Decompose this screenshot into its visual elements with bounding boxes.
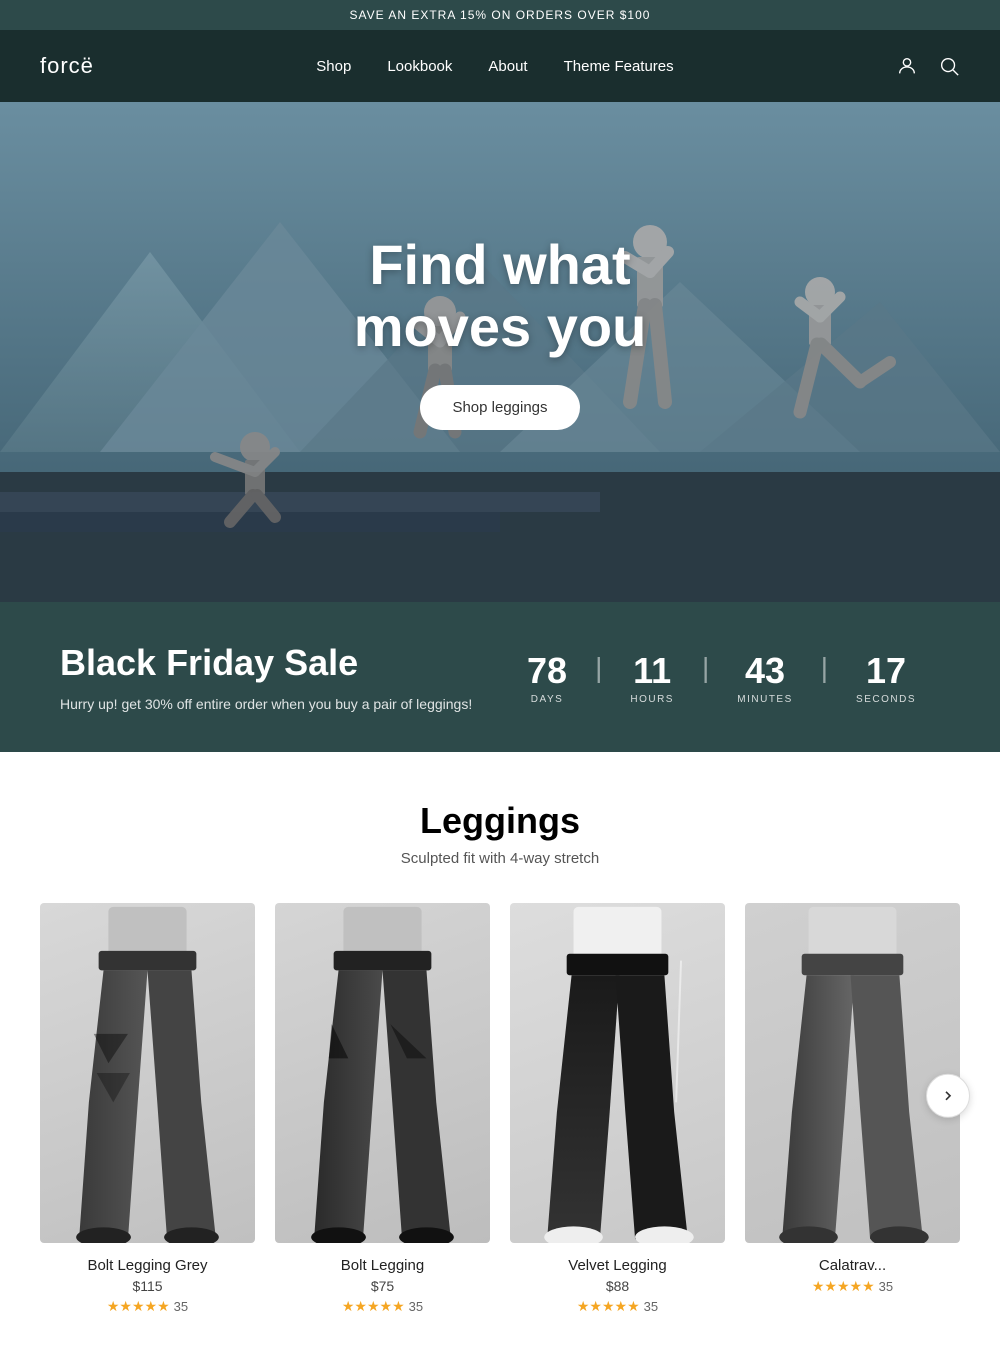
product-rating: ★★★★★ 35 [745,1278,960,1295]
product-name: Calatrav... [745,1257,960,1274]
product-rating: ★★★★★ 35 [40,1298,255,1315]
product-image [745,903,960,1243]
products-section: Leggings Sculpted fit with 4-way stretch [0,752,1000,1355]
countdown-timer: 78 DAYS | 11 HOURS | 43 MINUTES | 17 SEC… [503,650,940,705]
sale-banner: Black Friday Sale Hurry up! get 30% off … [0,602,1000,752]
announcement-bar: SAVE AN EXTRA 15% ON ORDERS OVER $100 [0,0,1000,30]
product-price: $75 [275,1278,490,1294]
product-card[interactable]: Bolt Legging Grey $115 ★★★★★ 35 [40,903,255,1315]
product-image [510,903,725,1243]
product-card[interactable]: Bolt Legging $75 ★★★★★ 35 [275,903,490,1315]
countdown-divider-3: | [817,652,832,684]
product-price: $88 [510,1278,725,1294]
search-icon[interactable] [938,55,960,77]
countdown-hours: 11 HOURS [606,650,698,705]
product-price: $115 [40,1278,255,1294]
product-name: Velvet Legging [510,1257,725,1274]
product-rating: ★★★★★ 35 [510,1298,725,1315]
sale-info: Black Friday Sale Hurry up! get 30% off … [60,642,472,712]
countdown-minutes: 43 MINUTES [713,650,817,705]
product-image [40,903,255,1243]
account-icon[interactable] [896,55,918,77]
product-name: Bolt Legging [275,1257,490,1274]
product-rating: ★★★★★ 35 [275,1298,490,1315]
product-card[interactable]: Calatrav... ★★★★★ 35 [745,903,960,1315]
sale-title: Black Friday Sale [60,642,472,684]
product-card[interactable]: Velvet Legging $88 ★★★★★ 35 [510,903,725,1315]
header-icons [896,55,960,77]
product-image [275,903,490,1243]
nav-about[interactable]: About [488,58,527,75]
hero-title: Find what moves you [354,234,647,357]
countdown-seconds: 17 SECONDS [832,650,940,705]
carousel-next-button[interactable] [926,1074,970,1118]
hero-section: Find what moves you Shop leggings [0,102,1000,602]
nav-theme-features[interactable]: Theme Features [564,58,674,75]
shop-leggings-button[interactable]: Shop leggings [420,385,579,430]
announcement-text: SAVE AN EXTRA 15% ON ORDERS OVER $100 [350,8,651,22]
products-carousel: Bolt Legging Grey $115 ★★★★★ 35 [40,903,960,1315]
sale-description: Hurry up! get 30% off entire order when … [60,696,472,712]
products-grid: Bolt Legging Grey $115 ★★★★★ 35 [40,903,960,1315]
countdown-days: 78 DAYS [503,650,591,705]
product-name: Bolt Legging Grey [40,1257,255,1274]
nav-lookbook[interactable]: Lookbook [387,58,452,75]
header: forcë Shop Lookbook About Theme Features [0,30,1000,102]
products-title: Leggings [40,800,960,842]
logo[interactable]: forcë [40,53,94,79]
countdown-divider-1: | [591,652,606,684]
nav-shop[interactable]: Shop [316,58,351,75]
hero-content: Find what moves you Shop leggings [354,234,647,430]
main-nav: Shop Lookbook About Theme Features [316,58,673,75]
countdown-divider-2: | [698,652,713,684]
products-subtitle: Sculpted fit with 4-way stretch [40,850,960,867]
